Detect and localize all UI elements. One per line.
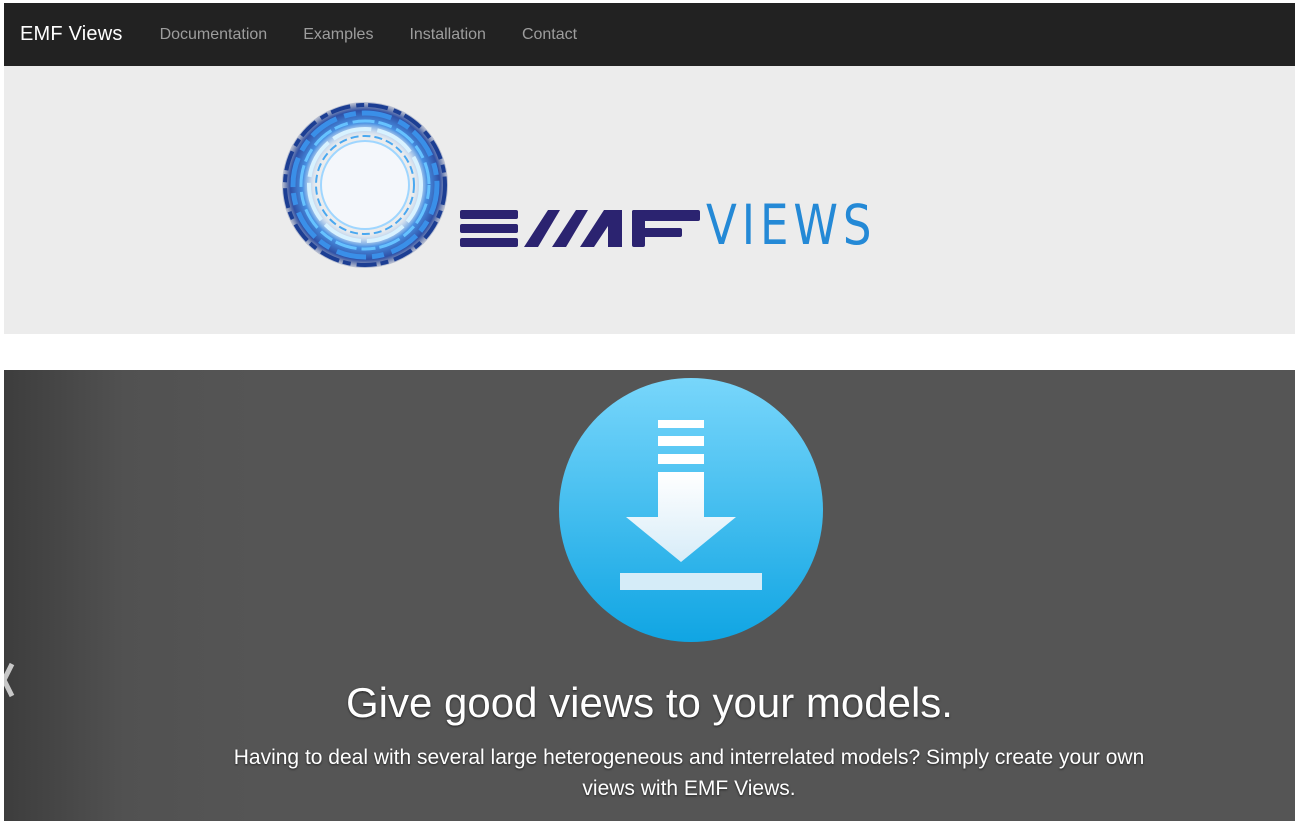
top-navbar: EMF Views Documentation Examples Install… [4, 0, 1295, 66]
emf-wordmark [460, 210, 700, 247]
ring-logo-icon [282, 102, 448, 268]
views-wordmark: VIEWS [706, 193, 877, 257]
slide-title: Give good views to your models. [346, 679, 953, 726]
download-icon [559, 378, 823, 642]
carousel-slide: Give good views to your models. Having t… [4, 370, 1295, 821]
nav-link-contact[interactable]: Contact [522, 26, 577, 44]
slide-description: Having to deal with several large hetero… [233, 746, 1145, 800]
header-banner: VIEWS [4, 66, 1295, 334]
page: EMF Views Documentation Examples Install… [0, 0, 1295, 821]
nav-link-documentation[interactable]: Documentation [160, 26, 268, 44]
navbar-brand[interactable]: EMF Views [20, 23, 123, 46]
nav-link-installation[interactable]: Installation [409, 26, 486, 44]
nav-link-examples[interactable]: Examples [303, 26, 373, 44]
